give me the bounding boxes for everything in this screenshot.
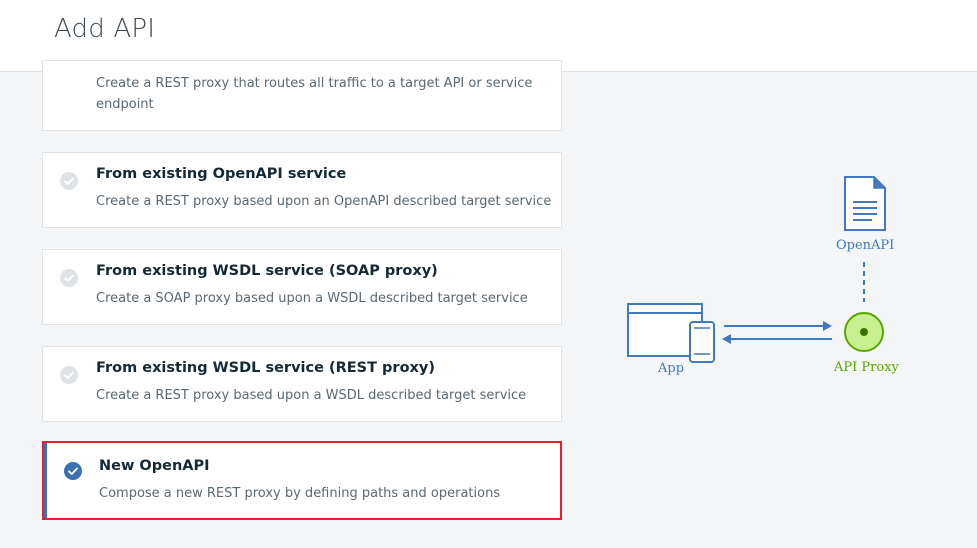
document-icon bbox=[844, 176, 886, 231]
app-label: App bbox=[658, 361, 685, 376]
option-title: From existing OpenAPI service bbox=[96, 166, 347, 182]
check-circle-icon bbox=[60, 366, 78, 384]
option-description: Create a REST proxy based upon an OpenAP… bbox=[96, 194, 552, 209]
option-card-new-openapi[interactable]: New OpenAPI Compose a new REST proxy by … bbox=[42, 441, 562, 520]
page-title: Add API bbox=[54, 14, 156, 44]
proxy-node-icon bbox=[844, 312, 884, 352]
option-title: New OpenAPI bbox=[99, 458, 210, 474]
option-card-wsdl-soap[interactable]: From existing WSDL service (SOAP proxy) … bbox=[42, 249, 562, 325]
option-title: From existing WSDL service (REST proxy) bbox=[96, 360, 435, 376]
option-description: Compose a new REST proxy by defining pat… bbox=[99, 486, 501, 501]
check-circle-selected-icon bbox=[64, 462, 82, 480]
option-title: From existing WSDL service (SOAP proxy) bbox=[96, 263, 438, 279]
option-card-openapi-service[interactable]: From existing OpenAPI service Create a R… bbox=[42, 152, 562, 228]
selected-accent-bar bbox=[44, 443, 47, 518]
option-description: Create a SOAP proxy based upon a WSDL de… bbox=[96, 291, 528, 306]
option-card-wsdl-rest[interactable]: From existing WSDL service (REST proxy) … bbox=[42, 346, 562, 422]
option-description: Create a REST proxy that routes all traf… bbox=[96, 76, 533, 112]
api-proxy-label: API Proxy bbox=[834, 360, 899, 375]
api-proxy-diagram: OpenAPI App API Proxy bbox=[600, 150, 960, 410]
check-circle-icon bbox=[60, 269, 78, 287]
bidirectional-arrows bbox=[722, 321, 832, 344]
openapi-label: OpenAPI bbox=[836, 238, 895, 253]
mobile-icon bbox=[689, 321, 715, 363]
option-description: Create a REST proxy based upon a WSDL de… bbox=[96, 388, 527, 403]
option-card-rest-proxy[interactable]: Create a REST proxy that routes all traf… bbox=[42, 60, 562, 131]
check-circle-icon bbox=[60, 172, 78, 190]
